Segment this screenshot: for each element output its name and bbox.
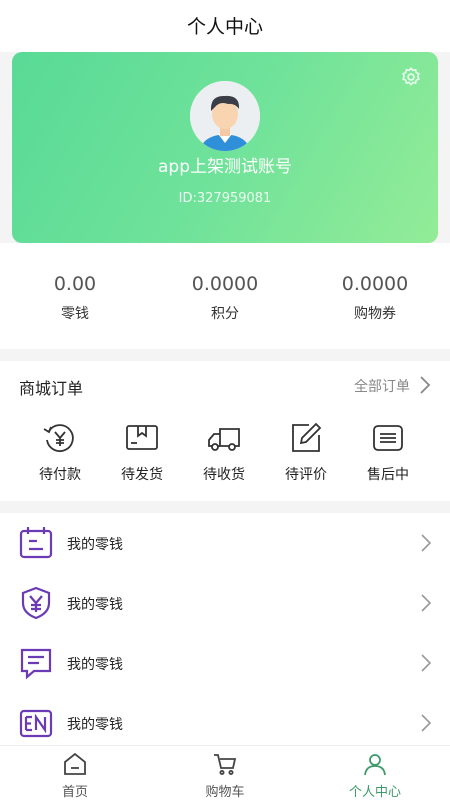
edit-review-icon	[292, 422, 322, 452]
tab-label: 个人中心	[348, 785, 401, 800]
menu-list: 我的零钱 我的零钱 我的零钱 我的零钱	[0, 513, 450, 745]
yuan-shield-icon	[21, 586, 51, 620]
stat-value: 0.0000	[341, 273, 409, 295]
orders-section: 商城订单 全部订单 待付款 待发货 待收货 待评价 售后中	[0, 361, 450, 501]
order-pending-review[interactable]: 待评价	[265, 421, 347, 484]
order-label: 待收货	[203, 467, 245, 483]
stat-label: 零钱	[61, 306, 89, 322]
menu-item-language[interactable]: 我的零钱	[0, 693, 450, 753]
page-title: 个人中心	[186, 16, 263, 38]
user-id: ID:327959081	[178, 191, 272, 206]
pending-payment-icon	[43, 424, 74, 452]
order-pending-receipt[interactable]: 待收货	[183, 421, 265, 484]
all-orders-link[interactable]: 全部订单	[354, 376, 410, 396]
order-status-row: 待付款 待发货 待收货 待评价 售后中	[0, 421, 450, 484]
stat-label: 积分	[211, 306, 239, 322]
person-icon	[364, 754, 386, 776]
gear-icon[interactable]	[400, 66, 422, 88]
stat-value: 0.00	[53, 273, 97, 295]
order-pending-payment[interactable]: 待付款	[19, 421, 101, 484]
chevron-right-icon	[421, 714, 432, 732]
stat-change[interactable]: 0.00 零钱	[0, 243, 150, 349]
orders-title: 商城订单	[19, 379, 84, 398]
menu-label: 我的零钱	[67, 657, 123, 673]
pending-shipment-icon	[126, 425, 158, 450]
tab-profile[interactable]: 个人中心	[300, 746, 450, 800]
wallet-calendar-icon	[19, 527, 53, 559]
menu-label: 我的零钱	[67, 717, 123, 733]
order-label: 售后中	[367, 467, 409, 483]
tab-cart[interactable]: 购物车	[150, 746, 300, 800]
bottom-tab-bar: 首页 购物车 个人中心	[0, 745, 450, 800]
cart-icon	[214, 754, 237, 775]
tab-label: 首页	[61, 785, 88, 800]
stat-coupons[interactable]: 0.0000 购物券	[300, 243, 450, 349]
home-icon	[64, 752, 86, 775]
order-pending-shipment[interactable]: 待发货	[101, 421, 183, 484]
en-badge-icon	[19, 709, 53, 738]
menu-label: 我的零钱	[67, 537, 123, 553]
truck-icon	[208, 428, 240, 451]
order-label: 待评价	[285, 467, 327, 483]
after-sales-icon	[373, 425, 403, 451]
menu-item-wallet[interactable]: 我的零钱	[0, 513, 450, 573]
chevron-right-icon	[421, 594, 432, 612]
order-label: 待付款	[39, 467, 81, 483]
menu-item-yuan[interactable]: 我的零钱	[0, 573, 450, 633]
chevron-right-icon	[421, 654, 432, 672]
order-label: 待发货	[121, 467, 163, 483]
avatar[interactable]	[190, 81, 260, 151]
page-header: 个人中心	[0, 0, 450, 52]
menu-label: 我的零钱	[67, 597, 123, 613]
tab-label: 购物车	[205, 785, 245, 800]
account-stats: 0.00 零钱 0.0000 积分 0.0000 购物券	[0, 243, 450, 349]
message-icon	[20, 648, 52, 680]
chevron-right-icon	[421, 534, 432, 552]
stat-label: 购物券	[354, 306, 396, 322]
order-after-sales[interactable]: 售后中	[347, 421, 429, 484]
tab-home[interactable]: 首页	[0, 746, 150, 800]
stat-points[interactable]: 0.0000 积分	[150, 243, 300, 349]
username: app上架测试账号	[158, 157, 292, 177]
menu-item-message[interactable]: 我的零钱	[0, 633, 450, 693]
profile-card: app上架测试账号 ID:327959081	[12, 52, 438, 243]
chevron-right-icon[interactable]	[418, 375, 432, 395]
stat-value: 0.0000	[191, 273, 259, 295]
